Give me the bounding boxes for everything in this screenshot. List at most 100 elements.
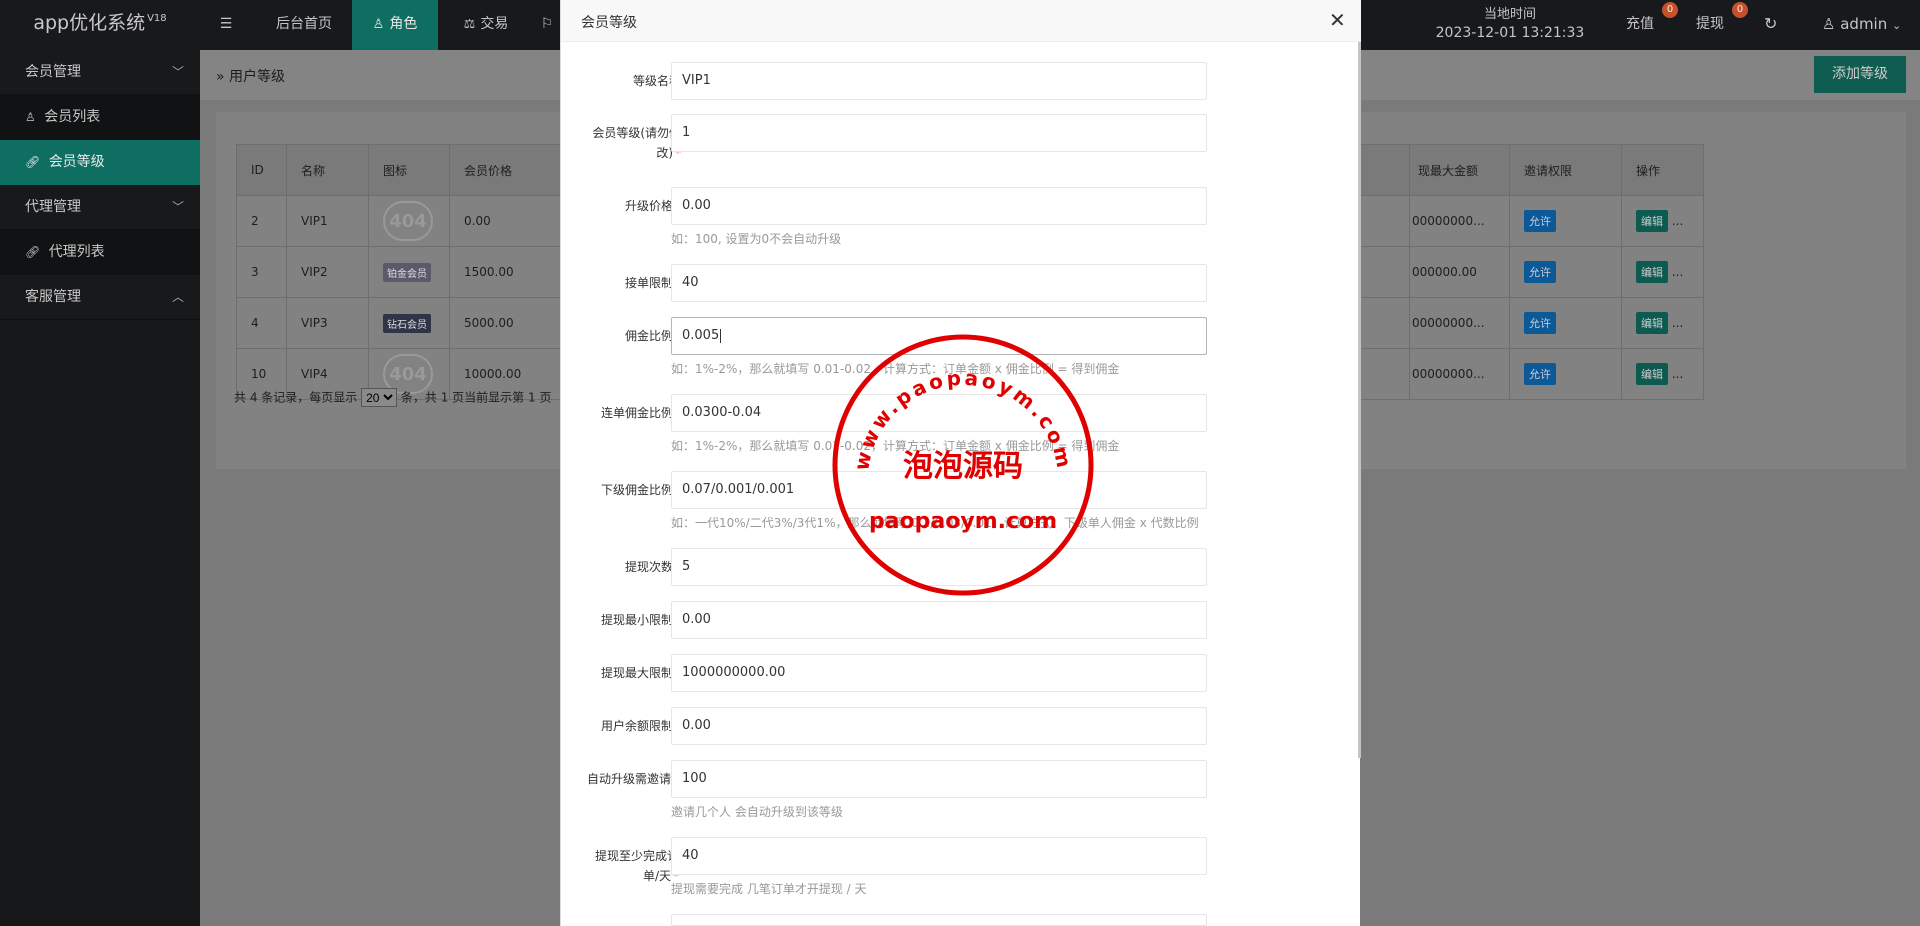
menu-toggle-button[interactable]: ☰ [200,0,252,50]
sidebar-group-support[interactable]: 客服管理 ︿ [0,275,200,320]
commission-rate-value: 0.005 [682,328,720,343]
nav-dashboard[interactable]: 后台首页 [256,0,352,50]
edit-button[interactable]: 编辑 [1636,312,1668,334]
nav-trade[interactable]: ⚖ 交易 [438,0,534,50]
sidebar-group-label: 代理管理 [25,199,81,215]
cell-max-amount: 000000.00 [1409,246,1510,298]
withdraw-max-input[interactable]: 1000000000.00 [671,654,1207,692]
field-hint: 提现需要完成 几笔订单才开提现 / 天 [671,882,867,896]
column-header-id: ID [236,144,287,196]
nav-role-label: 角色 [389,16,418,32]
level-number-input[interactable]: 1 [671,114,1207,152]
sidebar-group-members[interactable]: 会员管理 ﹀ [0,50,200,95]
cell-max-amount: 00000000... [1409,297,1510,349]
cell-invite: 允许 [1509,246,1622,298]
field-label: 用户余额限制* [573,716,681,736]
flag-icon: ⚐ [540,16,554,32]
cell-id: 4 [236,297,287,349]
pager-prefix: 共 4 条记录，每页显示 [234,390,358,405]
field-label: 等级名称 [573,71,681,91]
sidebar-group-agents[interactable]: 代理管理 ﹀ [0,185,200,230]
menu-toggle-icon: ☰ [219,16,233,32]
edit-button[interactable]: 编辑 [1636,363,1668,385]
modal-title: 会员等级 [581,15,637,31]
app-logo-text: app优化系统 [33,12,146,34]
platinum-member-icon: 铂金会员 [383,262,431,282]
pagination: 共 4 条记录，每页显示 20 条，共 1 页当前显示第 1 页 [234,388,551,407]
close-icon[interactable]: ✕ [1329,8,1346,32]
invite-allowed-badge: 允许 [1524,261,1556,283]
level-name-input[interactable]: VIP1 [671,62,1207,100]
commission-rate-input[interactable]: 0.005 [671,317,1207,355]
next-field-input[interactable] [671,914,1207,926]
field-label-text: 接单限制 [624,276,673,290]
chain-commission-input[interactable]: 0.0300-0.04 [671,394,1207,432]
sidebar-item-agent-list[interactable]: 🔗︎ 代理列表 [0,230,200,275]
field-label-text: 会员等级(请勿修改) [592,126,681,160]
time-value: 2023-12-01 13:21:33 [1435,25,1585,41]
cell-actions: 编辑 ... [1621,195,1704,247]
balance-limit-input[interactable]: 0.00 [671,707,1207,745]
invite-allowed-badge: 允许 [1524,363,1556,385]
field-hint: 如：1%-2%，那么就填写 0.01-0.02，计算方式：订单金额 x 佣金比例… [671,362,1120,376]
time-label: 当地时间 [1483,7,1536,22]
field-label-text: 下级佣金比例 [600,483,673,497]
admin-user-menu[interactable]: ♙ admin ⌄ [1822,0,1901,50]
field-label-text: 用户余额限制 [600,719,673,733]
column-header-invite: 邀请权限 [1509,144,1622,196]
cell-invite: 允许 [1509,195,1622,247]
edit-button[interactable]: 编辑 [1636,210,1668,232]
add-level-button[interactable]: 添加等级 [1814,56,1906,93]
cell-id: 3 [236,246,287,298]
app-version: V18 [147,13,167,24]
field-label-text: 升级价格 [624,199,673,213]
admin-username: admin [1840,15,1888,33]
withdraw-count-badge: 0 [1732,2,1748,18]
cell-actions: 编辑 ... [1621,246,1704,298]
field-label: 升级价格* [573,196,681,216]
cell-actions: 编辑 ... [1621,297,1704,349]
field-label: 会员等级(请勿修改) * [573,123,681,163]
field-label-text: 提现最大限制 [600,666,673,680]
field-label: 下级佣金比例* [573,480,681,500]
breadcrumb-separator-icon: » [216,69,225,85]
local-time: 当地时间 2023-12-01 13:21:33 [1420,0,1600,50]
nav-dashboard-label: 后台首页 [276,16,332,32]
withdraw-min-input[interactable]: 0.00 [671,601,1207,639]
cell-icon: 404 [368,195,450,247]
order-limit-input[interactable]: 40 [671,264,1207,302]
cell-max-amount: 00000000... [1409,348,1510,400]
breadcrumb-current: 用户等级 [229,69,286,85]
auto-upgrade-invite-input[interactable]: 100 [671,760,1207,798]
cell-icon: 铂金会员 [368,246,450,298]
nav-more[interactable]: ⚐ [534,0,560,50]
field-label: 提现次数* [573,557,681,577]
field-hint: 如：1%-2%，那么就填写 0.01-0.02，计算方式：订单金额 x 佣金比例… [671,439,1120,453]
member-level-modal: 会员等级 ✕ 等级名称 VIP1 会员等级(请勿修改)* 1 升级价格* 0.0… [560,0,1361,926]
withdraw-times-input[interactable]: 5 [671,548,1207,586]
nav-role[interactable]: ♙ 角色 [352,0,438,50]
column-header-icon: 图标 [368,144,450,196]
sidebar-item-member-level[interactable]: 🔗︎ 会员等级 [0,140,200,185]
cell-actions: 编辑 ... [1621,348,1704,400]
app-logo[interactable]: app优化系统 V18 [0,0,200,50]
field-label: 自动升级需邀请* [579,769,679,789]
field-label: 接单限制* [573,273,681,293]
pager-suffix: 条，共 1 页当前显示第 1 页 [400,390,552,405]
sidebar-group-label: 客服管理 [25,289,81,305]
withdraw-min-orders-input[interactable]: 40 [671,837,1207,875]
page-size-select[interactable]: 20 [361,388,398,407]
cell-name: VIP3 [286,297,369,349]
edit-button[interactable]: 编辑 [1636,261,1668,283]
sub-commission-input[interactable]: 0.07/0.001/0.001 [671,471,1207,509]
withdraw-button[interactable]: 提现 0 [1696,0,1748,50]
field-hint: 如：一代10%/二代3%/3代1%，那么就填写 0.1/0.03/0.01，计算… [671,516,1199,530]
upgrade-price-input[interactable]: 0.00 [671,187,1207,225]
column-header-actions: 操作 [1621,144,1704,196]
sidebar-item-member-list[interactable]: ♙ 会员列表 [0,95,200,140]
modal-scrollbar[interactable] [1358,42,1361,758]
refresh-button[interactable]: ↻ [1764,0,1777,50]
chevron-up-icon: ︿ [171,290,184,304]
cell-id: 2 [236,195,287,247]
recharge-button[interactable]: 充值 0 [1626,0,1678,50]
